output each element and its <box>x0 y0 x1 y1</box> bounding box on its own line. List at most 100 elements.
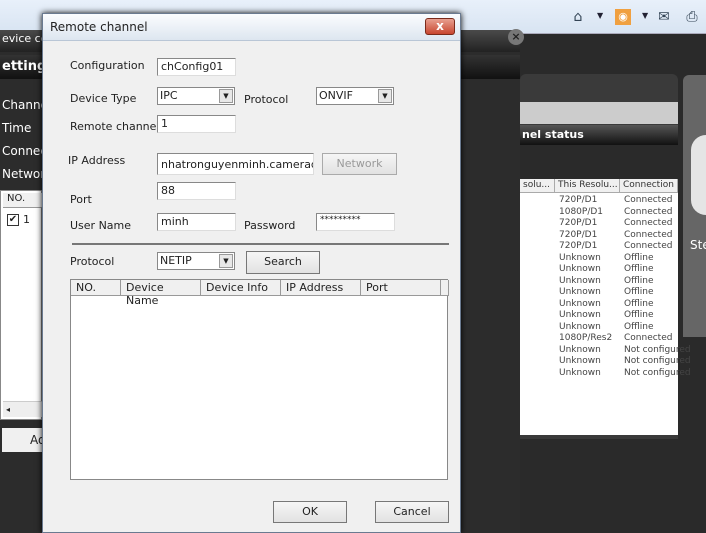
user-name-label: User Name <box>70 219 132 232</box>
column-header-ip-address[interactable]: IP Address <box>281 280 361 296</box>
mail-icon[interactable]: ✉ <box>656 9 672 25</box>
remote-channel-dialog: Remote channel x Configuration chConfig0… <box>42 13 461 533</box>
status-row: Unknown Offline <box>520 310 678 322</box>
column-header-device-info[interactable]: Device Info <box>201 280 281 296</box>
channel-status-header: nel status <box>520 125 678 145</box>
connection-status: Not configured <box>624 344 691 355</box>
section-title: etting <box>2 59 47 74</box>
chevron-down-icon[interactable]: ▼ <box>597 11 603 20</box>
column-header-device-name[interactable]: Device Name <box>121 280 201 307</box>
close-icon[interactable]: × <box>508 29 524 45</box>
connection-status: Offline <box>624 275 654 286</box>
resolution: 1080P/D1 <box>559 206 604 217</box>
remote-channel-input[interactable]: 1 <box>157 115 236 133</box>
status-row: 720P/D1 Connected <box>520 218 678 230</box>
divider <box>72 243 449 245</box>
chevron-down-icon[interactable]: ▼ <box>642 11 648 20</box>
status-row: Unknown Offline <box>520 264 678 276</box>
status-row: 720P/D1 Connected <box>520 230 678 242</box>
resolution: Unknown <box>559 367 601 378</box>
ip-address-label: IP Address <box>68 154 126 167</box>
protocol-value: ONVIF <box>319 89 353 102</box>
list-item: 1 <box>23 213 30 226</box>
chevron-down-icon[interactable]: ▼ <box>219 89 233 103</box>
port-input[interactable]: 88 <box>157 182 236 200</box>
search-protocol-label: Protocol <box>70 255 115 268</box>
checkbox[interactable]: ✔ <box>7 214 19 226</box>
status-row: Unknown Offline <box>520 253 678 265</box>
list-header: NO. <box>3 193 43 208</box>
resolution: Unknown <box>559 287 601 297</box>
status-column-header[interactable]: This Resolu... <box>555 179 620 193</box>
home-icon[interactable]: ⌂ <box>570 9 586 25</box>
connection-status: Offline <box>624 252 654 263</box>
protocol-label: Protocol <box>244 93 289 106</box>
search-protocol-select[interactable]: NETIP ▼ <box>157 252 235 270</box>
remote-channel-label: Remote channel <box>70 120 160 133</box>
resolution: Unknown <box>559 298 601 309</box>
status-column-header[interactable]: solu... <box>520 179 555 193</box>
column-header-port[interactable]: Port <box>361 280 441 296</box>
network-button[interactable]: Network <box>322 153 397 175</box>
device-results-table: NO. Device Name Device Info IP Address P… <box>70 279 449 480</box>
ip-address-input[interactable]: nhatronguyenminh.cameraddns <box>157 153 314 175</box>
connection-status: Not configured <box>624 367 691 378</box>
print-icon[interactable]: ⎙ <box>684 9 700 25</box>
status-row: 1080P/D1 Connected <box>520 207 678 219</box>
resolution: 720P/D1 <box>559 229 598 240</box>
device-type-select[interactable]: IPC ▼ <box>157 87 235 105</box>
resolution: 720P/D1 <box>559 195 598 205</box>
status-row: Unknown Offline <box>520 299 678 311</box>
close-button[interactable]: x <box>425 18 455 35</box>
dialog-titlebar[interactable]: Remote channel x <box>43 14 460 41</box>
status-row: 1080P/Res2 Connected <box>520 333 678 345</box>
chevron-down-icon[interactable]: ▼ <box>378 89 392 103</box>
chevron-down-icon[interactable]: ▼ <box>219 254 233 268</box>
menu-time[interactable]: Time <box>2 121 31 135</box>
status-row: Unknown Offline <box>520 287 678 299</box>
status-row: Unknown Offline <box>520 322 678 334</box>
resolution: Unknown <box>559 310 601 320</box>
horizontal-scrollbar[interactable]: ◂ <box>3 401 43 417</box>
connection-status: Offline <box>624 321 654 332</box>
protocol-select[interactable]: ONVIF ▼ <box>316 87 394 105</box>
ok-button[interactable]: OK <box>273 501 347 523</box>
status-column-header[interactable]: Connection S <box>620 179 678 193</box>
channel-status-table: solu... This Resolu... Connection S 720P/D1… <box>520 179 691 435</box>
password-input[interactable]: ********* <box>316 213 395 231</box>
device-type-label: Device Type <box>70 92 137 105</box>
connection-status: Connected <box>624 229 673 240</box>
window-title: evice co <box>2 32 48 45</box>
search-button[interactable]: Search <box>246 251 320 274</box>
connection-status: Connected <box>624 333 673 343</box>
configuration-input[interactable]: chConfig01 <box>157 58 236 76</box>
connection-status: Offline <box>624 287 654 297</box>
status-row: 720P/D1 Connected <box>520 195 678 207</box>
configuration-label: Configuration <box>70 59 145 72</box>
side-text: Ste <box>690 238 706 252</box>
resolution: Unknown <box>559 344 601 355</box>
password-label: Password <box>244 219 296 232</box>
column-header-no[interactable]: NO. <box>71 280 121 296</box>
cancel-button[interactable]: Cancel <box>375 501 449 523</box>
status-row: 720P/D1 Connected <box>520 241 678 253</box>
user-name-input[interactable]: minh <box>157 213 236 231</box>
resolution: Unknown <box>559 356 601 366</box>
resolution: 720P/D1 <box>559 241 598 251</box>
channel-list: NO. ✔ 1 ◂ <box>0 190 43 420</box>
add-button[interactable]: Ad <box>2 428 42 452</box>
port-label: Port <box>70 193 92 206</box>
search-protocol-value: NETIP <box>160 254 192 267</box>
resolution: 1080P/Res2 <box>559 333 613 343</box>
status-row: Unknown Not configured <box>520 356 691 368</box>
rss-icon[interactable]: ◉ <box>615 9 631 25</box>
status-row: Unknown Not configured <box>520 367 691 380</box>
connection-status: Connected <box>624 195 673 205</box>
connection-status: Connected <box>624 206 673 217</box>
resolution: Unknown <box>559 252 601 263</box>
resolution: Unknown <box>559 321 601 332</box>
dialog-title: Remote channel <box>50 20 148 34</box>
status-row: Unknown Offline <box>520 276 678 288</box>
status-row: Unknown Not configured <box>520 344 691 357</box>
resolution: Unknown <box>559 264 601 274</box>
